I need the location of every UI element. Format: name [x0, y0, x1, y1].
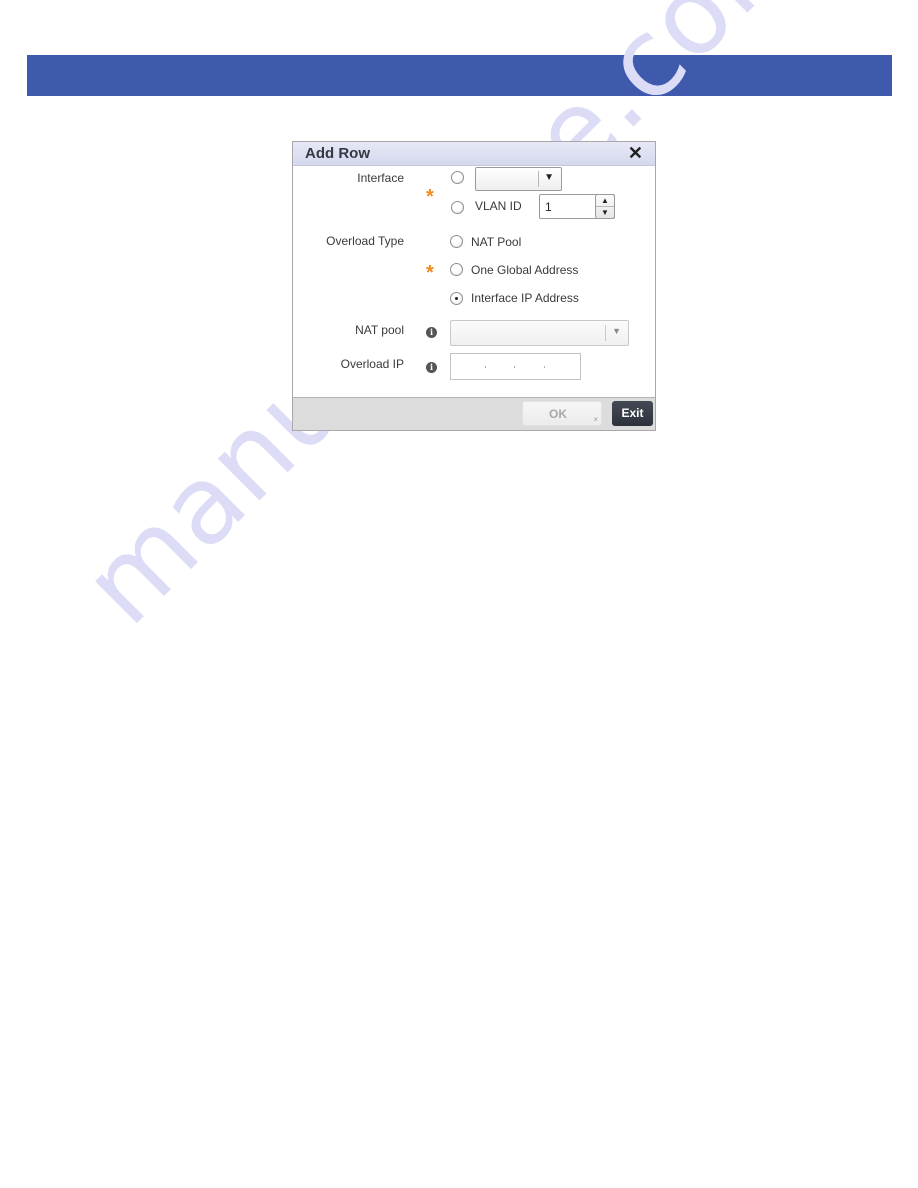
vlan-id-spinner[interactable]: 1 ▲ ▼ [539, 194, 615, 219]
spinner-up-icon[interactable]: ▲ [596, 195, 614, 207]
spinner-down-icon[interactable]: ▼ [596, 207, 614, 218]
vlan-id-value[interactable]: 1 [545, 200, 552, 214]
interface-dropdown[interactable]: ▼ [475, 167, 562, 191]
overload-ip-info-icon[interactable]: i [426, 362, 437, 373]
overload-ip-label: Overload IP [340, 357, 404, 371]
overload-ip-input[interactable] [450, 353, 581, 380]
nat-pool-radio[interactable] [450, 235, 463, 248]
add-row-dialog: Add Row ✕ Interface * ▼ VLAN ID 1 ▲ ▼ Ov… [292, 141, 656, 431]
chevron-down-icon: ▼ [544, 172, 554, 183]
chevron-down-icon: ▼ [612, 326, 621, 336]
interface-ip-address-label: Interface IP Address [471, 291, 579, 305]
interface-required-icon: * [426, 186, 434, 208]
interface-ip-address-radio[interactable] [450, 292, 463, 305]
exit-button[interactable]: Exit [612, 401, 653, 426]
dialog-title: Add Row [305, 145, 370, 162]
interface-label: Interface [357, 171, 404, 185]
nat-pool-option-label: NAT Pool [471, 235, 522, 249]
one-global-address-label: One Global Address [471, 263, 579, 277]
top-banner [27, 55, 892, 96]
nat-pool-info-icon[interactable]: i [426, 327, 437, 338]
close-icon[interactable]: ✕ [628, 143, 643, 163]
error-x-icon: × [593, 415, 598, 424]
overload-type-required-icon: * [426, 262, 434, 284]
overload-type-label: Overload Type [326, 234, 404, 248]
dialog-header: Add Row ✕ [293, 142, 655, 166]
interface-select-radio[interactable] [451, 171, 464, 184]
one-global-address-radio[interactable] [450, 263, 463, 276]
vlan-id-radio[interactable] [451, 201, 464, 214]
nat-pool-label: NAT pool [355, 323, 404, 337]
ok-button[interactable]: OK × [522, 401, 602, 426]
nat-pool-dropdown[interactable]: ▼ [450, 320, 629, 346]
vlan-id-label: VLAN ID [475, 199, 522, 213]
dialog-footer: OK × Exit [293, 397, 655, 430]
